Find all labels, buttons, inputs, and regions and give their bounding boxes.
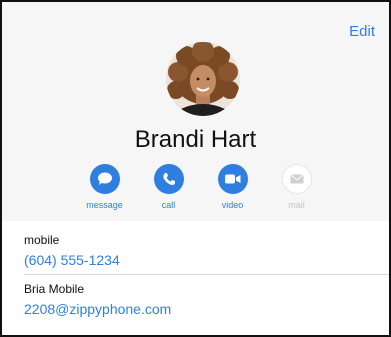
field-mobile: mobile (604) 555-1234: [24, 233, 389, 268]
message-label: message: [86, 200, 123, 210]
field-label: mobile: [24, 233, 60, 247]
sip-address-link[interactable]: 2208@zippyphone.com: [24, 301, 389, 317]
mail-action: mail: [272, 164, 321, 210]
video-label: video: [221, 200, 244, 210]
message-icon: [97, 172, 112, 185]
video-icon: [224, 174, 240, 184]
phone-number-link[interactable]: (604) 555-1234: [24, 252, 389, 268]
contact-card: Edit Brandi Hart message call video mail…: [0, 0, 391, 337]
avatar: [166, 42, 240, 116]
mail-button: [281, 164, 312, 194]
video-action[interactable]: video: [208, 164, 257, 210]
avatar-photo-icon: [166, 42, 240, 116]
video-button[interactable]: [217, 164, 248, 194]
action-bar: message call video mail: [80, 164, 321, 210]
contact-name: Brandi Hart: [134, 126, 257, 153]
mail-label: mail: [288, 200, 305, 210]
contact-header: Edit Brandi Hart message call video mail: [2, 2, 389, 221]
edit-button[interactable]: Edit: [349, 23, 375, 40]
message-button[interactable]: [89, 164, 120, 194]
call-label: call: [161, 200, 176, 210]
phone-icon: [162, 173, 175, 185]
field-label: Bria Mobile: [24, 282, 85, 296]
field-bria-mobile: Bria Mobile 2208@zippyphone.com: [24, 282, 389, 317]
divider: [24, 274, 389, 275]
call-button[interactable]: [153, 164, 184, 194]
message-action[interactable]: message: [80, 164, 129, 210]
call-action[interactable]: call: [144, 164, 193, 210]
mail-icon: [289, 174, 304, 184]
